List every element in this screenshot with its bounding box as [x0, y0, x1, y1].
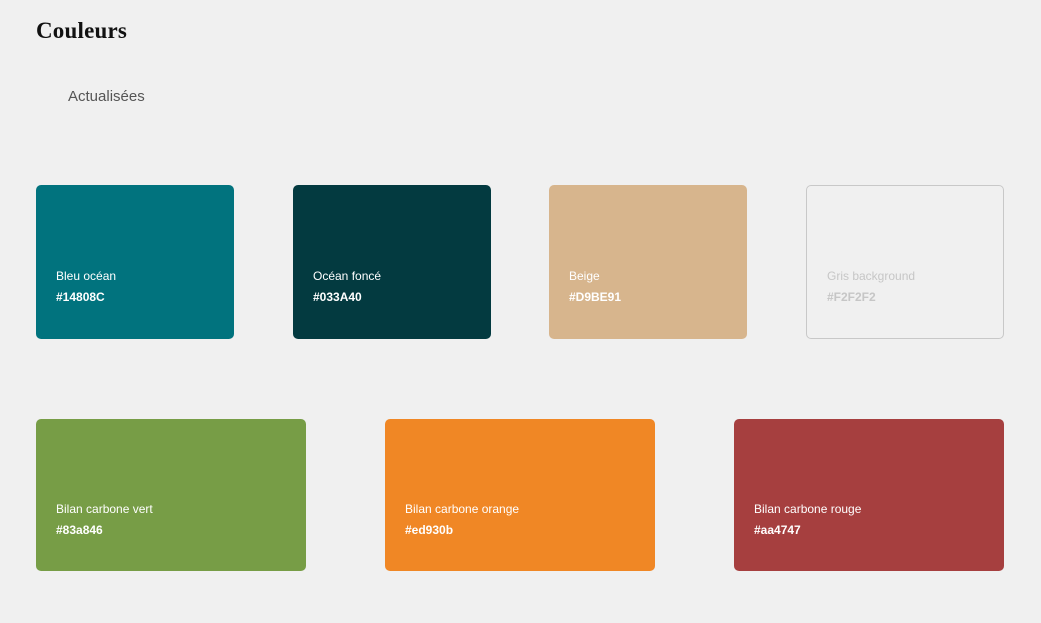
swatch-hex-code: #ed930b: [405, 523, 454, 537]
color-swatch-gris-background[interactable]: Gris background #F2F2F2: [806, 185, 1004, 339]
color-swatch-bilan-carbone-rouge[interactable]: Bilan carbone rouge #aa4747: [734, 419, 1004, 571]
color-swatch-bleu-ocean[interactable]: Bleu océan #14808C: [36, 185, 234, 339]
swatch-name: Océan foncé: [313, 269, 382, 283]
swatch-name: Gris background: [827, 269, 916, 283]
swatch-hex-code: #14808C: [56, 290, 105, 304]
color-swatch-bilan-carbone-orange[interactable]: Bilan carbone orange #ed930b: [385, 419, 655, 571]
swatch-hex-code: #F2F2F2: [827, 290, 876, 304]
swatch-name: Bilan carbone rouge: [754, 502, 862, 516]
swatch-name: Bilan carbone orange: [405, 502, 520, 516]
swatch-name: Beige: [569, 269, 600, 283]
section-label-actualisees: Actualisées: [68, 88, 145, 105]
color-swatch-bilan-carbone-vert[interactable]: Bilan carbone vert #83a846: [36, 419, 306, 571]
color-swatch-beige[interactable]: Beige #D9BE91: [549, 185, 747, 339]
swatch-hex-code: #D9BE91: [569, 290, 622, 304]
swatch-name: Bilan carbone vert: [56, 502, 153, 516]
swatch-hex-code: #83a846: [56, 523, 103, 537]
color-swatch-ocean-fonce[interactable]: Océan foncé #033A40: [293, 185, 491, 339]
page-title: Couleurs: [36, 18, 128, 43]
swatch-hex-code: #033A40: [313, 290, 362, 304]
swatch-name: Bleu océan: [56, 269, 117, 283]
swatch-hex-code: #aa4747: [754, 523, 801, 537]
